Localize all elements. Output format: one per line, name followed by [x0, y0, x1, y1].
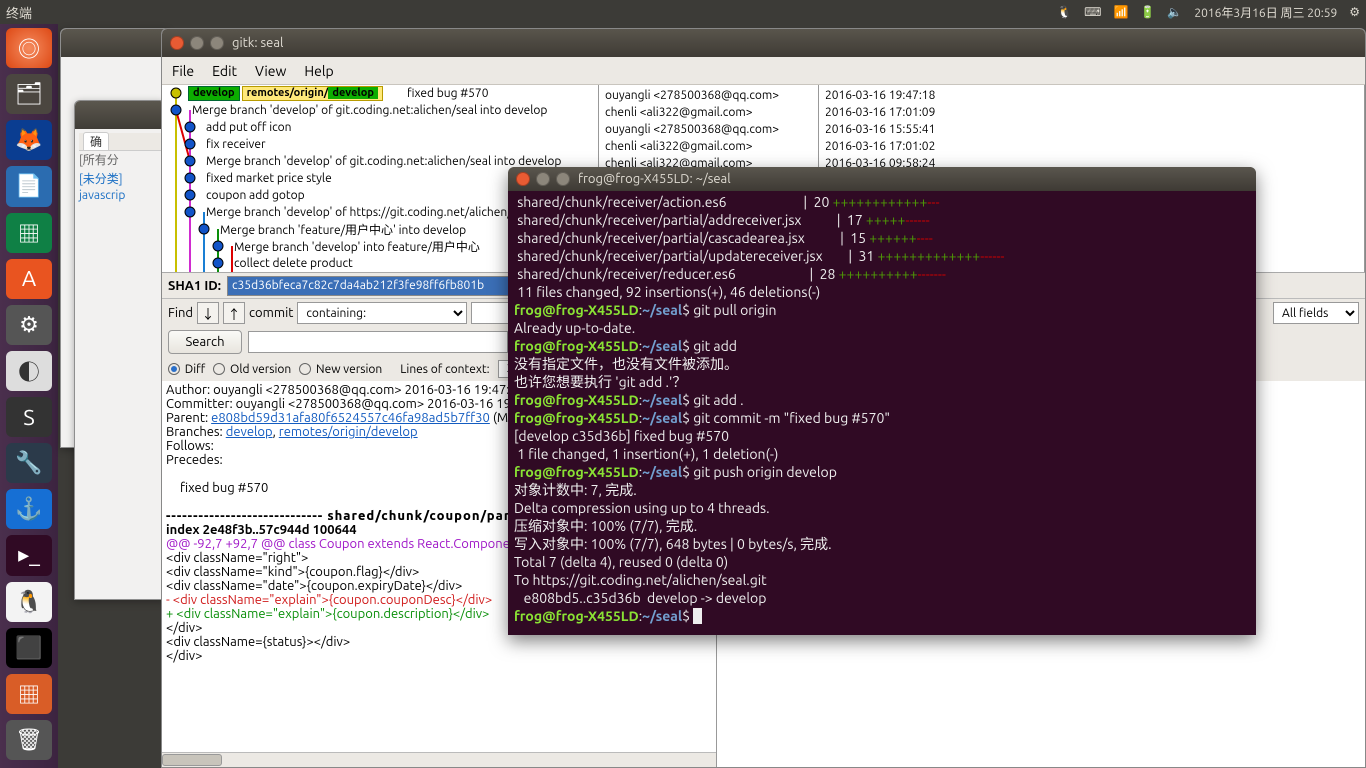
- maximize-icon[interactable]: [210, 36, 224, 50]
- commit-row[interactable]: fix receiver: [188, 136, 561, 153]
- search-button[interactable]: Search: [168, 330, 242, 354]
- app-icon[interactable]: ⬛: [6, 628, 52, 668]
- firefox-icon[interactable]: 🦊: [6, 120, 52, 160]
- software-center-icon[interactable]: A: [6, 259, 52, 299]
- branch-link[interactable]: remotes/origin/develop: [279, 425, 418, 439]
- search-input[interactable]: [248, 331, 508, 353]
- commit-row[interactable]: collect delete product: [188, 255, 561, 272]
- commit-row[interactable]: Merge branch 'feature/用户中心' into develop: [188, 221, 561, 238]
- minimize-icon[interactable]: [190, 36, 204, 50]
- battery-icon[interactable]: 🔋: [1140, 5, 1155, 19]
- commit-row[interactable]: Merge branch 'develop' into feature/用户中心: [188, 238, 561, 255]
- close-icon[interactable]: [516, 172, 530, 186]
- sha-input[interactable]: [227, 276, 517, 296]
- chromium-icon[interactable]: ◐: [6, 351, 52, 391]
- menu-file[interactable]: File: [172, 63, 194, 79]
- maximize-icon[interactable]: [556, 172, 570, 186]
- calc-icon[interactable]: ▦: [6, 213, 52, 253]
- files-icon[interactable]: 🗂: [6, 74, 52, 114]
- terminal-body[interactable]: shared/chunk/receiver/action.es6 | 20 ++…: [508, 191, 1256, 627]
- commit-row[interactable]: coupon add gotop: [188, 187, 561, 204]
- workspace-icon[interactable]: ▦: [6, 674, 52, 714]
- menu-help[interactable]: Help: [304, 63, 333, 79]
- gear-icon[interactable]: ⚙: [1349, 5, 1360, 19]
- find-fields-select[interactable]: All fields: [1273, 302, 1359, 324]
- terminal-titlebar[interactable]: frog@frog-X455LD: ~/seal: [508, 167, 1256, 191]
- branch-link[interactable]: develop: [226, 425, 273, 439]
- unity-launcher: ◎ 🗂 🦊 📄 ▦ A ⚙ ◐ S 🔧 ⚓ ▸_ 🐧 ⬛ ▦ 🗑: [0, 24, 58, 768]
- writer-icon[interactable]: 📄: [6, 166, 52, 206]
- find-mode-select[interactable]: containing:: [297, 302, 467, 324]
- bg-window-2: 确 [所有分 [未分类] javascrip: [74, 100, 166, 600]
- volume-icon[interactable]: 🔈: [1167, 5, 1182, 19]
- bg-tab[interactable]: 确: [83, 132, 109, 151]
- trash-icon[interactable]: 🗑: [6, 720, 52, 760]
- top-panel: 终端 🐧 ⌨ 📶 🔋 🔈 2016年3月16日 周三 20:59 ⚙: [0, 0, 1366, 24]
- branch-tag-develop[interactable]: develop: [188, 86, 240, 101]
- terminal-icon[interactable]: ▸_: [6, 535, 52, 575]
- minimize-icon[interactable]: [536, 172, 550, 186]
- commit-row[interactable]: develop remotes/origin/develop fixed bug…: [188, 85, 561, 102]
- radio-new[interactable]: [299, 363, 311, 375]
- settings-icon[interactable]: ⚙: [6, 305, 52, 345]
- radio-diff[interactable]: [168, 363, 180, 375]
- panel-datetime[interactable]: 2016年3月16日 周三 20:59: [1194, 4, 1337, 21]
- qq-icon[interactable]: 🐧: [6, 582, 52, 622]
- radio-old[interactable]: [213, 363, 225, 375]
- branch-tag-remote[interactable]: remotes/origin/develop: [242, 86, 383, 101]
- find-prev-button[interactable]: ↑: [223, 302, 245, 324]
- dash-icon[interactable]: ◎: [6, 28, 52, 68]
- find-next-button[interactable]: ↓: [197, 302, 219, 324]
- keyboard-icon[interactable]: ⌨: [1084, 5, 1101, 19]
- tool-icon[interactable]: 🔧: [6, 443, 52, 483]
- gitk-titlebar[interactable]: gitk: seal: [162, 29, 1365, 57]
- parent-link[interactable]: e808bd59d31afa80f6524557c46fa98ad5b7ff30: [211, 411, 490, 425]
- sublime-icon[interactable]: S: [6, 397, 52, 437]
- gitk-title-text: gitk: seal: [232, 36, 283, 50]
- commit-row[interactable]: Merge branch 'develop' of git.coding.net…: [188, 153, 561, 170]
- gitk-menubar: File Edit View Help: [162, 57, 1365, 85]
- commit-row[interactable]: add put off icon: [188, 119, 561, 136]
- panel-title: 终端: [6, 3, 32, 22]
- menu-edit[interactable]: Edit: [212, 63, 237, 79]
- h-scrollbar[interactable]: [162, 752, 716, 767]
- anchor-icon[interactable]: ⚓: [6, 489, 52, 529]
- commit-row[interactable]: Merge branch 'develop' of git.coding.net…: [188, 102, 561, 119]
- commit-row[interactable]: fixed market price style: [188, 170, 561, 187]
- terminal-window: frog@frog-X455LD: ~/seal shared/chunk/re…: [508, 167, 1256, 635]
- commit-row[interactable]: Merge branch 'develop' of https://git.co…: [188, 204, 561, 221]
- menu-view[interactable]: View: [255, 63, 286, 79]
- qq-indicator-icon[interactable]: 🐧: [1057, 5, 1072, 19]
- wifi-icon[interactable]: 📶: [1113, 5, 1128, 19]
- terminal-title-text: frog@frog-X455LD: ~/seal: [578, 170, 731, 188]
- close-icon[interactable]: [170, 36, 184, 50]
